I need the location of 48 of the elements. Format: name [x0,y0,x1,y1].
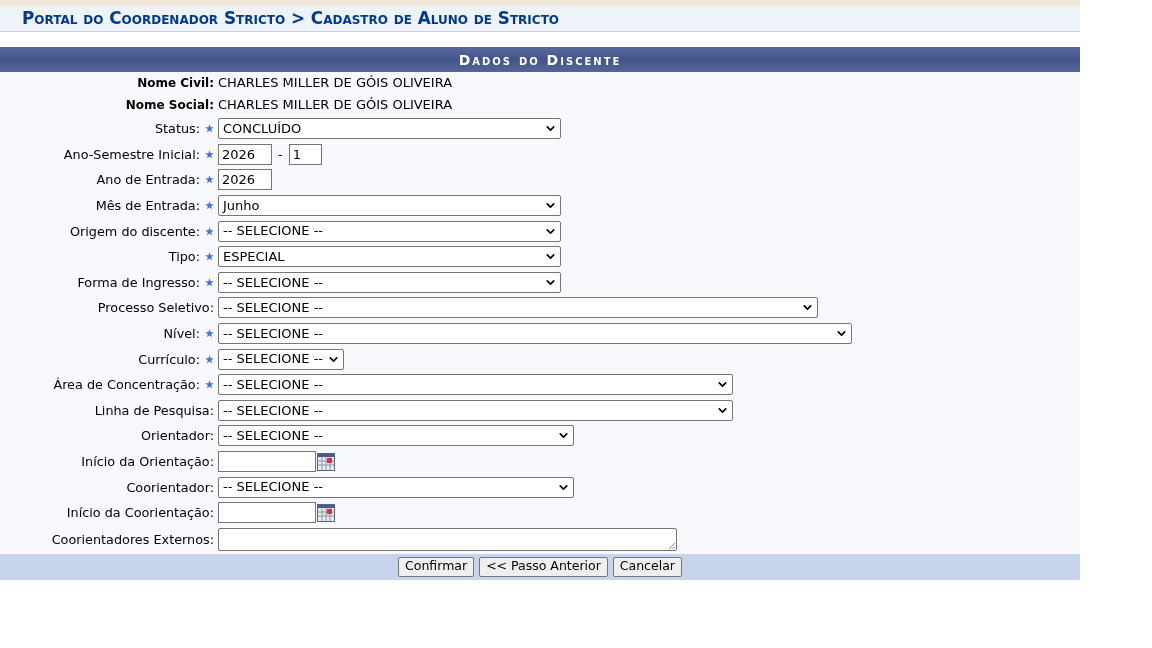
field-label: Nome Social: [125,97,214,114]
dropdown-field[interactable]: -- SELECIONE -- [218,399,733,421]
confirm-button[interactable]: Confirmar [398,556,475,577]
field-label: Nome Civil: [137,75,214,92]
field-label: Mês de Entrada: [95,197,200,215]
field-label: Ano de Entrada: [96,171,200,190]
field-label: Currículo: [138,350,200,369]
dropdown-field[interactable]: -- SELECIONE -- [218,323,852,345]
dropdown-field[interactable]: -- SELECIONE -- [218,348,344,370]
textarea-field[interactable] [218,528,677,551]
text-input[interactable]: 2026 [218,143,272,165]
dropdown-field[interactable]: -- SELECIONE -- [218,425,574,447]
calendar-icon[interactable] [317,452,335,471]
cancel-button[interactable]: Cancelar [612,556,682,577]
field-label: Nível: [163,324,200,343]
field-label: Início da Coorientação: [66,504,214,523]
field-label: Linha de Pesquisa: [94,401,214,420]
field-label: Ano-Semestre Inicial: [63,145,200,164]
dropdown-field[interactable]: -- SELECIONE -- [218,476,574,498]
back-button[interactable]: << Passo Anterior [479,556,608,577]
date-input[interactable] [218,502,316,524]
field-label: Início da Orientação: [81,452,214,471]
field-label: Coorientador: [126,478,214,497]
section-title: Dados do Discente [458,52,622,67]
text-input[interactable]: 2026 [218,169,272,191]
resize-grip-icon [668,542,675,549]
field-label: Tipo: [168,248,200,267]
breadcrumb-title: Portal do Coordenador Stricto > Cadastro de Aluno de Stricto [22,10,559,27]
dropdown-field[interactable]: CONCLUÍDO [218,118,561,140]
field-value: CHARLES MILLER DE GÓIS OLIVEIRA [218,74,453,93]
field-label: Área de Concentração: [53,376,200,395]
dropdown-field[interactable]: ESPECIAL [218,246,561,268]
calendar-icon[interactable] [317,503,335,522]
text-input[interactable]: 1 [288,143,322,165]
dropdown-field[interactable]: -- SELECIONE -- [218,271,561,293]
field-label: Origem do discente: [70,222,200,241]
field-label: Coorientadores Externos: [51,530,214,549]
dropdown-field[interactable]: -- SELECIONE -- [218,297,818,319]
date-input[interactable] [218,451,316,472]
field-label: Forma de Ingresso: [77,273,200,292]
field-label: Status: [154,120,200,139]
field-value: CHARLES MILLER DE GÓIS OLIVEIRA [218,96,453,115]
dropdown-field[interactable]: -- SELECIONE -- [218,220,561,242]
field-label: Orientador: [140,427,214,446]
dropdown-field[interactable]: Junho [218,195,561,217]
separator-text: - [278,145,283,164]
field-label: Processo Seletivo: [97,299,214,318]
dropdown-field[interactable]: -- SELECIONE -- [218,374,733,396]
